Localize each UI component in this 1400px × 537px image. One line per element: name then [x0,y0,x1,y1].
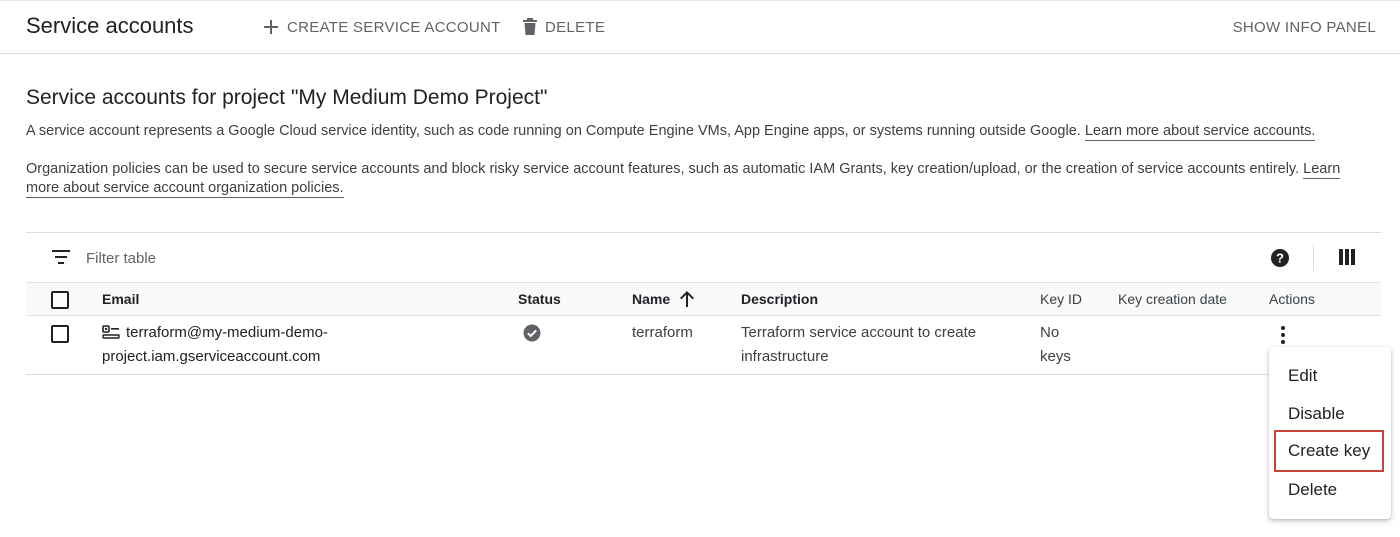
table-header: Email Status Name Description Key ID Key… [26,282,1381,316]
show-info-panel-label: SHOW INFO PANEL [1232,18,1376,36]
trash-icon [523,18,537,35]
name-cell: terraform [632,324,693,341]
key-id-cell: No keys [1040,324,1071,365]
column-header-name[interactable]: Name [632,291,670,307]
section-heading: Service accounts for project "My Medium … [26,86,548,109]
column-header-status[interactable]: Status [518,291,561,307]
column-header-key-creation-date: Key creation date [1118,291,1227,307]
org-policy-paragraph: Organization policies can be used to sec… [26,160,1366,198]
row-checkbox[interactable] [51,325,69,343]
column-header-key-id: Key ID [1040,291,1083,307]
create-service-account-label: CREATE SERVICE ACCOUNT [287,18,501,36]
service-account-icon [102,325,120,339]
filter-input[interactable] [86,247,686,269]
svg-text:?: ? [1276,251,1284,266]
delete-label: DELETE [545,18,606,36]
show-info-panel-button[interactable]: SHOW INFO PANEL [1233,16,1376,38]
actions-menu: Edit Disable Create key Delete [1269,347,1391,519]
arrow-up-icon[interactable] [679,290,695,308]
service-accounts-table: ? Email Status Name Description Key ID K… [26,232,1381,375]
check-circle-icon [523,324,541,342]
menu-item-edit[interactable]: Edit [1269,357,1391,395]
toolbar-divider [1313,245,1314,271]
help-icon[interactable]: ? [1270,248,1290,268]
more-vert-icon[interactable] [1275,325,1291,349]
create-service-account-button[interactable]: CREATE SERVICE ACCOUNT [262,16,501,38]
add-icon [264,20,278,34]
table-row: terraform@my-medium-demo-project.iam.gse… [26,317,1381,375]
org-policy-text: Organization policies can be used to sec… [26,161,1300,177]
learn-more-service-accounts-link[interactable]: Learn more about service accounts. [1084,123,1316,141]
page-title: Service accounts [26,13,194,38]
delete-button[interactable]: DELETE [522,16,605,38]
column-header-actions: Actions [1269,291,1315,307]
intro-text: A service account represents a Google Cl… [26,123,1081,139]
menu-item-delete[interactable]: Delete [1269,471,1391,509]
menu-item-create-key[interactable]: Create key [1274,430,1384,472]
email-cell: terraform@my-medium-demo-project.iam.gse… [102,321,402,369]
filter-bar: ? [26,233,1381,281]
top-toolbar: Service accounts CREATE SERVICE ACCOUNT … [0,0,1400,54]
column-header-email[interactable]: Email [102,291,139,307]
columns-icon[interactable] [1339,249,1355,265]
service-account-email[interactable]: terraform@my-medium-demo-project.iam.gse… [102,324,328,365]
description-cell: Terraform service account to create infr… [741,324,977,365]
column-header-description[interactable]: Description [741,291,818,307]
intro-paragraph: A service account represents a Google Cl… [26,122,1386,141]
filter-icon[interactable] [52,250,70,264]
menu-item-disable[interactable]: Disable [1269,395,1391,433]
select-all-checkbox[interactable] [51,291,69,309]
